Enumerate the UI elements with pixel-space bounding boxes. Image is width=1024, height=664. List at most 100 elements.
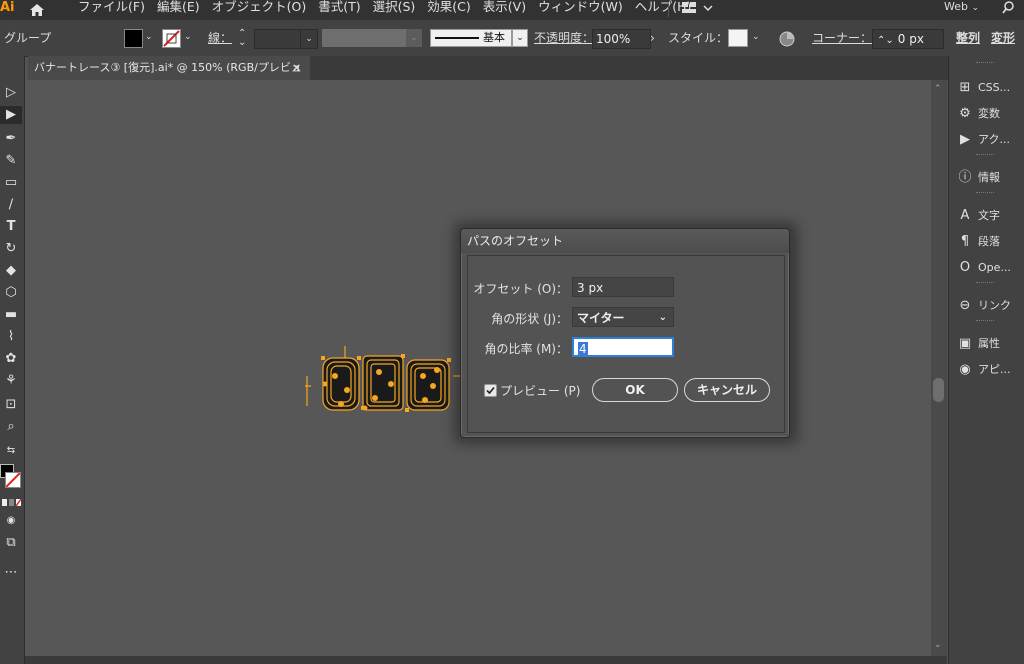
- panel-label: リンク: [978, 299, 1011, 312]
- panel-appearance[interactable]: ◉ アピ...: [956, 360, 1024, 380]
- vertical-scrollbar[interactable]: ⌃ ⌄: [931, 80, 947, 656]
- symbol-sprayer-tool-icon[interactable]: ⚘: [0, 372, 22, 390]
- stroke-style-label: 基本: [483, 31, 505, 44]
- stroke-weight-dropdown-icon[interactable]: ⌄: [300, 29, 318, 49]
- paintbrush-tool-icon[interactable]: ∕: [0, 196, 22, 214]
- selected-artwork[interactable]: [305, 346, 465, 418]
- swap-fill-stroke-icon[interactable]: ⇆: [0, 442, 22, 460]
- stroke-color-icon[interactable]: [5, 472, 21, 488]
- panel-label: 情報: [978, 171, 1000, 184]
- profile-dropdown-icon[interactable]: ⌄: [406, 29, 422, 47]
- scroll-down-icon[interactable]: ⌄: [934, 640, 942, 650]
- corner-stepper-icon[interactable]: ⌃⌄: [873, 35, 898, 46]
- panel-grip[interactable]: [976, 62, 994, 65]
- menu-item[interactable]: ファイル(F): [72, 0, 151, 20]
- corner-label[interactable]: コーナー：: [812, 20, 872, 56]
- home-icon[interactable]: [26, 1, 48, 19]
- app-logo: Ai: [0, 0, 15, 15]
- offset-path-dialog: パスのオフセット オフセット (O)： 3 px 角の形状 (J)： マイター …: [460, 228, 790, 438]
- menu-divider: [668, 3, 669, 17]
- actions-icon: ▶: [960, 132, 970, 147]
- rotate-tool-icon[interactable]: ↻: [0, 240, 22, 258]
- zoom-tool-icon[interactable]: ⌕: [0, 418, 22, 436]
- color-mode-icon[interactable]: [2, 496, 22, 507]
- selection-type-label: グループ: [4, 31, 52, 45]
- menu-item[interactable]: 書式(T): [312, 0, 366, 20]
- panel-grip[interactable]: [976, 154, 994, 157]
- style-dropdown-icon[interactable]: ⌄: [752, 32, 760, 42]
- variable-width-profile[interactable]: [322, 29, 406, 47]
- selection-tool-icon[interactable]: ▶: [0, 106, 22, 124]
- dialog-body: オフセット (O)： 3 px 角の形状 (J)： マイター ⌄ 角の比率 (M…: [467, 255, 785, 433]
- stroke-weight-stepper-icon[interactable]: ⌃ ⌄: [238, 29, 250, 48]
- miter-limit-input[interactable]: 4: [572, 337, 674, 357]
- pen-tool-icon[interactable]: ✒: [0, 130, 22, 148]
- eyedropper-tool-icon[interactable]: ⌇: [0, 328, 22, 346]
- panel-label: アピ...: [978, 363, 1011, 376]
- fill-swatch[interactable]: [124, 29, 143, 48]
- edit-toolbar-icon[interactable]: ⋯: [0, 564, 22, 582]
- panel-info[interactable]: ⓘ 情報: [956, 168, 1024, 188]
- screen-mode-icon[interactable]: ⧉: [0, 534, 22, 552]
- menu-item[interactable]: オブジェクト(O): [206, 0, 313, 20]
- draw-mode-icon[interactable]: ◉: [0, 512, 22, 530]
- direct-selection-tool-icon[interactable]: ▷: [0, 84, 22, 102]
- opacity-input[interactable]: 100%: [592, 29, 651, 49]
- dialog-title-bar[interactable]: パスのオフセット: [461, 229, 789, 253]
- workspace-switcher-icon[interactable]: [680, 0, 720, 16]
- brush-dropdown-icon[interactable]: ⌄: [512, 29, 528, 47]
- menu-item[interactable]: 効果(C): [421, 0, 476, 20]
- shape-builder-tool-icon[interactable]: ⬡: [0, 284, 22, 302]
- eraser-tool-icon[interactable]: ◆: [0, 262, 22, 280]
- panel-grip[interactable]: [976, 282, 994, 285]
- menu-item[interactable]: ウィンドウ(W): [532, 0, 629, 20]
- preview-label[interactable]: プレビュー (P): [500, 382, 580, 399]
- rectangle-tool-icon[interactable]: ▭: [0, 174, 22, 192]
- artboard-tool-icon[interactable]: ⊡: [0, 396, 22, 414]
- ok-button[interactable]: OK: [592, 378, 678, 402]
- search-icon[interactable]: [998, 0, 1024, 16]
- graphic-style-swatch[interactable]: [728, 29, 748, 47]
- stroke-dropdown-icon[interactable]: ⌄: [184, 32, 192, 42]
- fill-dropdown-icon[interactable]: ⌄: [145, 32, 153, 42]
- corner-input[interactable]: ⌃⌄ 0 px: [872, 29, 944, 49]
- align-button[interactable]: 整列: [956, 20, 980, 56]
- character-icon: A: [960, 208, 970, 223]
- scroll-up-icon[interactable]: ⌃: [934, 84, 942, 94]
- links-icon: ⊖: [959, 298, 971, 313]
- recolor-artwork-icon[interactable]: [778, 30, 796, 51]
- panel-grip[interactable]: [976, 192, 994, 195]
- offset-input[interactable]: 3 px: [572, 277, 674, 297]
- type-tool-icon[interactable]: T: [0, 218, 22, 236]
- document-tab[interactable]: バナートレース③ [復元].ai* @ 150% (RGB/プレビュー) ×: [28, 56, 310, 98]
- stroke-swatch[interactable]: [162, 29, 181, 48]
- close-tab-icon[interactable]: ×: [292, 56, 301, 80]
- paragraph-icon: ¶: [960, 234, 970, 249]
- panel-links[interactable]: ⊖ リンク: [956, 296, 1024, 316]
- stroke-weight-input[interactable]: [254, 29, 302, 49]
- opacity-label[interactable]: 不透明度：: [534, 20, 594, 56]
- panel-attributes[interactable]: ▣ 属性: [956, 334, 1024, 354]
- panel-grip[interactable]: [976, 320, 994, 323]
- panel-actions[interactable]: ▶ アク...: [956, 130, 1024, 150]
- panel-opentype[interactable]: O Ope...: [956, 258, 1024, 278]
- opacity-arrow-icon[interactable]: ›: [650, 29, 655, 47]
- preview-checkbox[interactable]: [484, 384, 497, 397]
- scrollbar-thumb[interactable]: [933, 378, 944, 402]
- panel-css[interactable]: ⊞ CSS...: [956, 78, 1024, 98]
- menu-item[interactable]: 表示(V): [477, 0, 532, 20]
- menu-item[interactable]: 編集(E): [151, 0, 206, 20]
- panel-paragraph[interactable]: ¶ 段落: [956, 232, 1024, 252]
- workspace-dropdown[interactable]: Web ⌄: [944, 0, 984, 16]
- gradient-tool-icon[interactable]: ▬: [0, 306, 22, 324]
- menu-item[interactable]: 選択(S): [367, 0, 422, 20]
- brush-definition-dropdown[interactable]: 基本: [430, 29, 512, 47]
- curvature-tool-icon[interactable]: ✎: [0, 152, 22, 170]
- stroke-weight-label: 線：: [208, 31, 233, 45]
- join-select[interactable]: マイター ⌄: [572, 307, 674, 327]
- panel-character[interactable]: A 文字: [956, 206, 1024, 226]
- panel-variables[interactable]: ⚙ 変数: [956, 104, 1024, 124]
- transform-button[interactable]: 変形: [991, 20, 1015, 56]
- blend-tool-icon[interactable]: ✿: [0, 350, 22, 368]
- cancel-button[interactable]: キャンセル: [684, 378, 770, 402]
